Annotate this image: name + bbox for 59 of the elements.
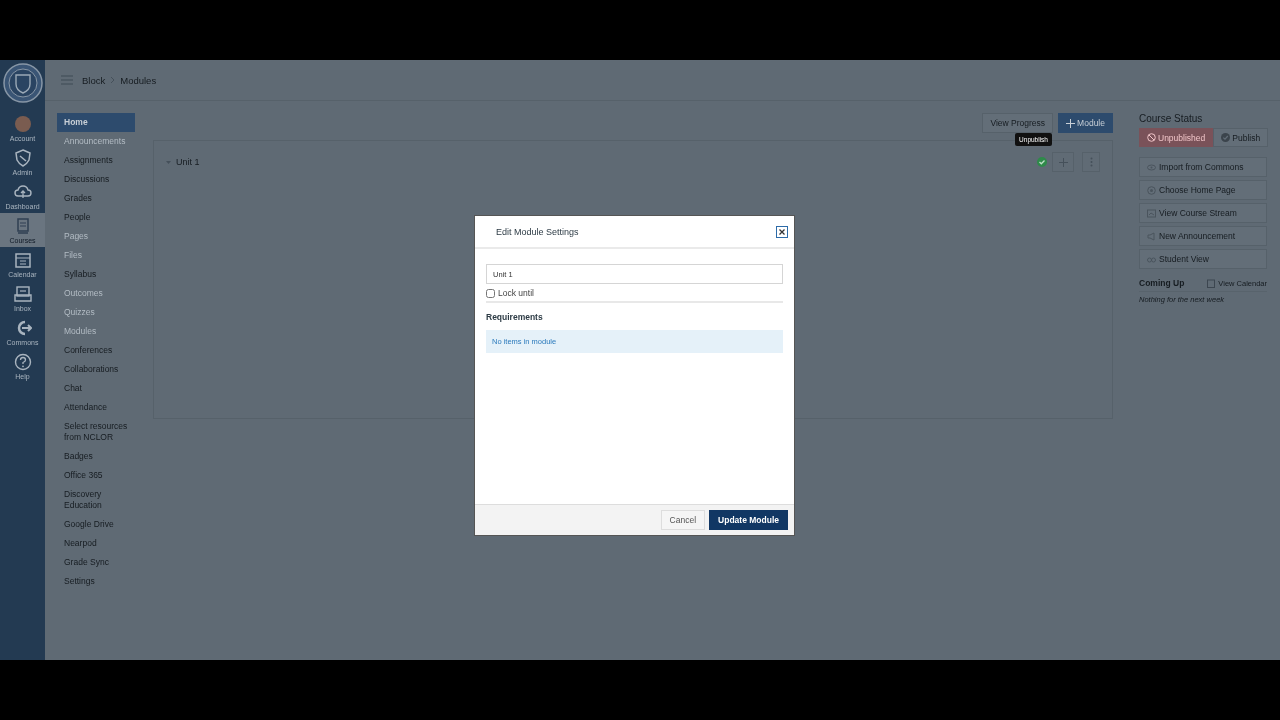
add-module-button[interactable]: Module xyxy=(1058,113,1113,133)
course-nav-link[interactable]: Settings xyxy=(57,572,135,591)
lock-label: Lock until xyxy=(498,288,534,298)
requirements-heading: Requirements xyxy=(486,312,544,322)
sidebar-button[interactable]: Student View xyxy=(1139,249,1267,269)
breadcrumb-link[interactable]: Modules xyxy=(120,74,157,86)
eye-icon xyxy=(1147,162,1156,172)
inbox-icon xyxy=(13,284,32,303)
school-logo-icon xyxy=(2,63,43,103)
course-nav-link[interactable]: Assignments xyxy=(57,151,135,170)
course-nav-link[interactable]: Chat xyxy=(57,379,135,398)
check-icon xyxy=(1221,133,1231,142)
close-button[interactable] xyxy=(776,225,788,238)
calendar-icon xyxy=(13,250,32,269)
course-nav-link[interactable]: Conferences xyxy=(57,341,135,360)
published-check-icon[interactable] xyxy=(1037,157,1047,167)
section-heading: Course Status xyxy=(1139,113,1204,124)
megaphone-icon xyxy=(1147,231,1156,241)
course-nav-link[interactable]: Home xyxy=(57,113,135,132)
view-progress-button[interactable]: View Progress xyxy=(982,113,1054,133)
publish-button[interactable]: Publish xyxy=(1213,128,1269,147)
cancel-button[interactable]: Cancel xyxy=(660,510,706,530)
course-nav-link[interactable]: People xyxy=(57,208,135,227)
course-nav-link[interactable]: Select resources from NCLOR xyxy=(57,417,135,447)
cloud-icon xyxy=(13,182,32,201)
module-title: Unit 1 xyxy=(176,157,200,167)
breadcrumb-link[interactable]: Block xyxy=(82,74,106,86)
plus-icon xyxy=(1058,157,1068,167)
course-nav-link[interactable]: Collaborations xyxy=(57,360,135,379)
course-nav-link[interactable]: Office 365 xyxy=(57,466,135,485)
course-nav-link[interactable]: Badges xyxy=(57,447,135,466)
target-icon xyxy=(1147,185,1156,195)
update-button[interactable]: Update Module xyxy=(709,510,788,530)
sidebar-button[interactable]: Choose Home Page xyxy=(1139,180,1267,200)
course-nav-link[interactable]: Grade Sync xyxy=(57,553,135,572)
sidebar-button[interactable]: View Course Stream xyxy=(1139,203,1267,223)
sidebar-button[interactable]: Import from Commons xyxy=(1139,157,1267,177)
help-icon xyxy=(13,352,32,371)
plus-icon xyxy=(1066,118,1076,128)
course-nav-link[interactable]: Discussions xyxy=(57,170,135,189)
unpublished-button[interactable]: Unpublished xyxy=(1139,128,1214,147)
sidebar-button[interactable]: New Announcement xyxy=(1139,226,1267,246)
close-icon xyxy=(779,228,785,235)
glasses-icon xyxy=(1147,254,1156,264)
dialog-title: Edit Module Settings xyxy=(496,226,580,237)
image-icon xyxy=(1147,208,1156,218)
shield-icon xyxy=(13,148,32,167)
avatar-icon xyxy=(13,114,32,133)
calendar-icon xyxy=(1207,278,1216,288)
chevron-icon xyxy=(110,76,116,84)
section-heading: Coming Up xyxy=(1139,278,1185,288)
course-nav-link[interactable]: Syllabus xyxy=(57,265,135,284)
ban-icon xyxy=(1147,133,1156,142)
course-nav-link[interactable]: Google Drive xyxy=(57,515,135,534)
course-nav-link[interactable]: Grades xyxy=(57,189,135,208)
course-nav-link[interactable]: Discovery Education xyxy=(57,485,135,515)
course-nav-link[interactable]: Attendance xyxy=(57,398,135,417)
course-nav-link[interactable]: Nearpod xyxy=(57,534,135,553)
lock-checkbox[interactable] xyxy=(486,288,495,298)
